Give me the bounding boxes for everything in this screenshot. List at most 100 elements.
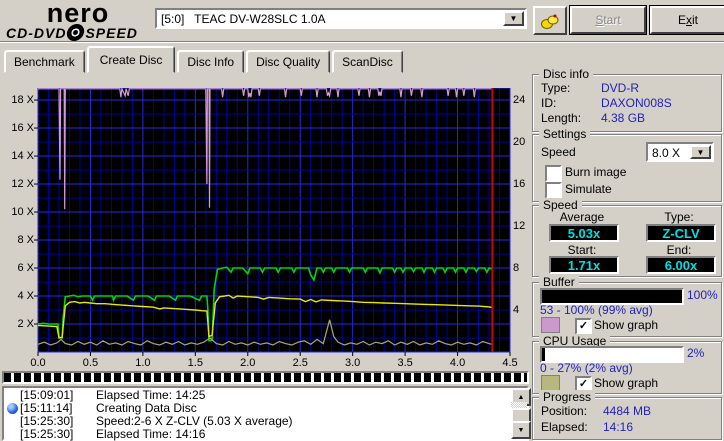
tab-benchmark[interactable]: Benchmark bbox=[4, 50, 85, 73]
buffer-group: Buffer 100% 53 - 100% (99% avg) ✓ Show g… bbox=[532, 275, 722, 337]
write-speed-combo[interactable]: 8.0 X ▼ bbox=[646, 142, 714, 162]
start-button-label: Start bbox=[595, 13, 621, 27]
end-speed-label: End: bbox=[666, 243, 692, 257]
cd-dvd-speed-logo-text: CD-DVD SPEED bbox=[6, 24, 150, 41]
x-tick-label: 2.5 bbox=[292, 357, 308, 369]
progress-elapsed-label: Elapsed: bbox=[541, 420, 588, 434]
buffer-group-title: Buffer bbox=[539, 275, 579, 289]
logo-cd-dvd: CD-DVD bbox=[6, 24, 67, 41]
tab-disc-info[interactable]: Disc Info bbox=[177, 50, 245, 73]
y-left-tick-label: 16 X bbox=[11, 122, 34, 135]
x-tick-label: 3.0 bbox=[345, 357, 361, 369]
cpu-meter-fill bbox=[542, 348, 545, 361]
disc-length-value: 4.38 GB bbox=[601, 111, 646, 125]
disc-id-value: DAXON008S bbox=[601, 96, 672, 110]
buffer-range-text: 53 - 100% (99% avg) bbox=[540, 303, 653, 317]
progress-group: Progress Position: 4484 MB Elapsed: 14:1… bbox=[532, 390, 722, 440]
y-right-tick-label: 16 bbox=[513, 178, 526, 191]
tab-label: Disc Info bbox=[187, 54, 235, 69]
tab-create-disc[interactable]: Create Disc bbox=[86, 46, 176, 73]
event-log-rows: [15:09:01] Elapsed Time: 14:25 [15:11:14] C… bbox=[5, 389, 509, 441]
nero-cd-dvd-speed-window: nero CD-DVD SPEED [5:0] TEAC DV-W28SLC 1… bbox=[0, 0, 724, 441]
write-speed-dropdown-arrow[interactable]: ▼ bbox=[690, 145, 711, 159]
average-speed-display: 5.03x bbox=[549, 224, 619, 242]
x-tick-label: 4.0 bbox=[449, 357, 466, 369]
buffer-show-graph-checkbox[interactable]: ✓ bbox=[575, 318, 592, 335]
y-left-tick-label: 18 X bbox=[11, 94, 34, 107]
nero-logo-text: nero bbox=[46, 0, 110, 28]
x-tick-label: 0.0 bbox=[30, 357, 46, 369]
log-scrollbar[interactable]: ▲ ▼ bbox=[511, 388, 531, 439]
event-log[interactable]: [15:09:01] Elapsed Time: 14:25 [15:11:14] C… bbox=[2, 386, 531, 441]
tab-label: Benchmark bbox=[14, 54, 75, 69]
y-right-tick-label: 8 bbox=[513, 262, 520, 274]
disc-type-value: DVD-R bbox=[601, 81, 639, 95]
speed-type-label: Type: bbox=[664, 210, 694, 224]
disc-type-label: Type: bbox=[541, 81, 571, 95]
average-speed-label: Average bbox=[559, 210, 605, 224]
simulate-checkbox[interactable] bbox=[545, 182, 562, 199]
drive-combo-dropdown-arrow[interactable]: ▼ bbox=[503, 11, 524, 26]
log-row: [15:25:30] Speed:2-6 X Z-CLV (5.03 X aver… bbox=[5, 415, 509, 428]
tab-scandisc[interactable]: ScanDisc bbox=[332, 50, 403, 73]
log-icon-spacer bbox=[5, 389, 20, 402]
exit-button[interactable]: Exit bbox=[650, 6, 724, 34]
start-button[interactable]: Start bbox=[570, 6, 646, 34]
disc-icon bbox=[65, 24, 86, 41]
log-timestamp: [15:25:30] bbox=[20, 427, 74, 441]
buffer-meter-fill bbox=[542, 290, 682, 303]
exit-button-label: Exit bbox=[677, 13, 698, 27]
x-tick-label: 4.5 bbox=[502, 357, 518, 369]
scroll-down-arrow[interactable]: ▼ bbox=[511, 421, 531, 439]
disc-id-label: ID: bbox=[541, 96, 557, 110]
y-right-tick-label: 24 bbox=[513, 94, 526, 107]
y-right-tick-label: 20 bbox=[513, 136, 526, 149]
nero-logo: nero CD-DVD SPEED bbox=[6, 0, 150, 41]
tab-disc-quality[interactable]: Disc Quality bbox=[246, 50, 331, 73]
cpu-series-swatch bbox=[541, 375, 560, 391]
log-icon-spacer bbox=[5, 428, 20, 441]
burn-image-checkbox[interactable] bbox=[545, 165, 562, 182]
burn-progress-bar bbox=[2, 371, 529, 384]
cpu-usage-group: CPU Usage 2% 0 - 27% (2% avg) ✓ Show gra… bbox=[532, 334, 722, 394]
disc-length-label: Length: bbox=[541, 111, 582, 125]
cpu-percent: 2% bbox=[687, 346, 705, 360]
drive-select-combo[interactable]: [5:0] TEAC DV-W28SLC 1.0A ▼ bbox=[155, 8, 527, 29]
simulate-label: Simulate bbox=[565, 182, 612, 196]
tab-bar: Benchmark Create Disc Disc Info Disc Qualit… bbox=[4, 46, 405, 73]
log-row: [15:09:01] Elapsed Time: 14:25 bbox=[5, 389, 509, 402]
tab-label: Create Disc bbox=[99, 52, 163, 67]
bomb-icon bbox=[541, 14, 559, 29]
buffer-show-graph-label: Show graph bbox=[594, 318, 659, 332]
end-speed-display: 6.00x bbox=[646, 256, 716, 274]
header-separator bbox=[0, 41, 724, 43]
start-speed-display: 1.71x bbox=[549, 256, 619, 274]
y-left-tick-label: 6 X bbox=[17, 262, 34, 274]
speed-group: Speed Average Type: 5.03x Z-CLV Start: E… bbox=[532, 198, 722, 277]
drive-combo-value: [5:0] TEAC DV-W28SLC 1.0A bbox=[161, 12, 326, 26]
y-left-tick-label: 4 X bbox=[17, 290, 34, 302]
x-tick-label: 2.0 bbox=[240, 357, 256, 369]
buffer-percent: 100% bbox=[687, 288, 718, 302]
burn-speed-chart bbox=[34, 88, 511, 356]
log-row: [15:25:30] Elapsed Time: 14:16 bbox=[5, 428, 509, 441]
progress-elapsed-value: 14:16 bbox=[603, 420, 634, 434]
y-left-tick-label: 8 X bbox=[17, 234, 34, 247]
erase-disc-button[interactable] bbox=[533, 6, 567, 35]
tab-label: ScanDisc bbox=[342, 54, 393, 69]
x-tick-label: 3.5 bbox=[397, 357, 413, 369]
y-right-tick-label: 12 bbox=[513, 220, 526, 233]
y-left-tick-label: 10 X bbox=[11, 206, 34, 219]
logo-speed: SPEED bbox=[85, 24, 138, 41]
write-speed-value: 8.0 X bbox=[652, 146, 681, 160]
disc-info-title: Disc info bbox=[539, 67, 594, 81]
burn-image-label: Burn image bbox=[565, 165, 627, 179]
x-tick-label: 1.0 bbox=[135, 357, 151, 369]
speed-type-display: Z-CLV bbox=[646, 224, 716, 242]
y-left-tick-label: 12 X bbox=[11, 178, 34, 191]
write-speed-label: Speed bbox=[541, 145, 576, 159]
log-message: Elapsed Time: 14:16 bbox=[96, 427, 206, 441]
progress-title: Progress bbox=[539, 390, 596, 404]
start-speed-label: Start: bbox=[567, 243, 597, 257]
progress-position-label: Position: bbox=[541, 404, 588, 418]
